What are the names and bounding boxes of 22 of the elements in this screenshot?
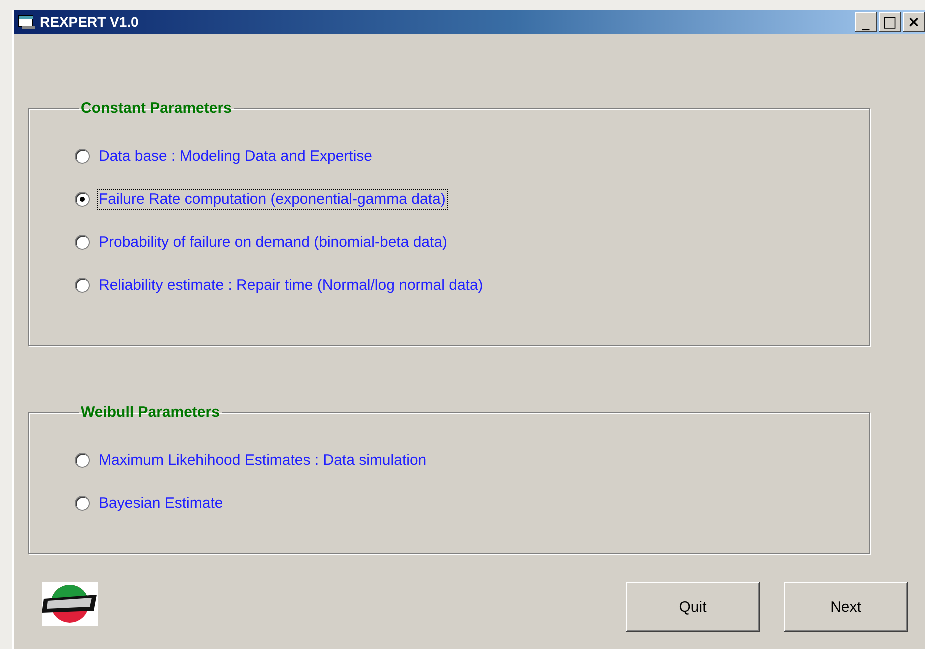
radio-button[interactable] <box>75 278 90 293</box>
group-title: Weibull Parameters <box>80 404 221 421</box>
radio-button[interactable] <box>75 453 90 468</box>
radio-button[interactable] <box>75 192 90 207</box>
window-icon <box>18 14 36 30</box>
option-label[interactable]: Reliability estimate : Repair time (Normal/log normal data) <box>97 275 486 296</box>
dialog-button[interactable]: Next <box>784 582 908 632</box>
logo-icon <box>42 582 98 626</box>
option-label[interactable]: Bayesian Estimate <box>97 493 226 514</box>
dialog-button[interactable]: Quit <box>626 582 760 632</box>
option-label[interactable]: Data base : Modeling Data and Expertise <box>97 146 374 167</box>
option-label[interactable]: Maximum Likehihood Estimates : Data simulation <box>97 450 429 471</box>
radio-button[interactable] <box>75 496 90 511</box>
minimize-button[interactable]: _ <box>855 12 877 32</box>
option-label[interactable]: Failure Rate computation (exponential-gamma data) <box>97 189 448 210</box>
group-title: Constant Parameters <box>80 100 233 117</box>
option-label[interactable]: Probability of failure on demand (binomial-beta data) <box>97 232 450 253</box>
radio-button[interactable] <box>75 149 90 164</box>
radio-button[interactable] <box>75 235 90 250</box>
maximize-button[interactable]: □ <box>879 12 901 32</box>
window-title: REXPERT V1.0 <box>40 14 139 30</box>
close-button[interactable]: × <box>903 12 925 32</box>
